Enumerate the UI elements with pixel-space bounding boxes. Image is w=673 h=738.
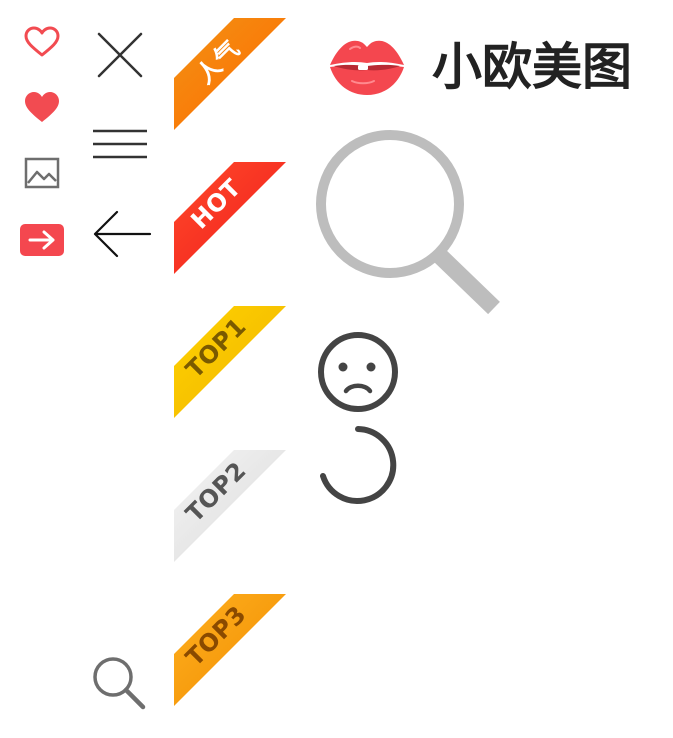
heart-filled-icon[interactable] — [24, 91, 60, 124]
lips-logo-icon — [328, 37, 406, 97]
ribbon-top2: TOP2 — [174, 450, 286, 562]
ribbon-hot: HOT — [174, 162, 286, 274]
ribbon-top1: TOP1 — [174, 306, 286, 418]
menu-icon[interactable] — [92, 128, 148, 160]
search-icon[interactable] — [92, 656, 148, 712]
heart-outline-icon[interactable] — [24, 26, 60, 58]
brand-title: 小欧美图 — [432, 38, 632, 96]
image-icon[interactable] — [24, 157, 60, 189]
arrow-left-icon[interactable] — [92, 209, 152, 259]
ribbon-top3: TOP3 — [174, 594, 286, 706]
search-large-icon[interactable] — [316, 130, 504, 318]
close-icon[interactable] — [96, 31, 144, 79]
loading-spinner-icon — [317, 424, 399, 506]
sad-face-icon — [317, 331, 399, 413]
ribbon-popular: 人气 — [174, 18, 286, 130]
arrow-right-icon[interactable] — [20, 224, 64, 256]
